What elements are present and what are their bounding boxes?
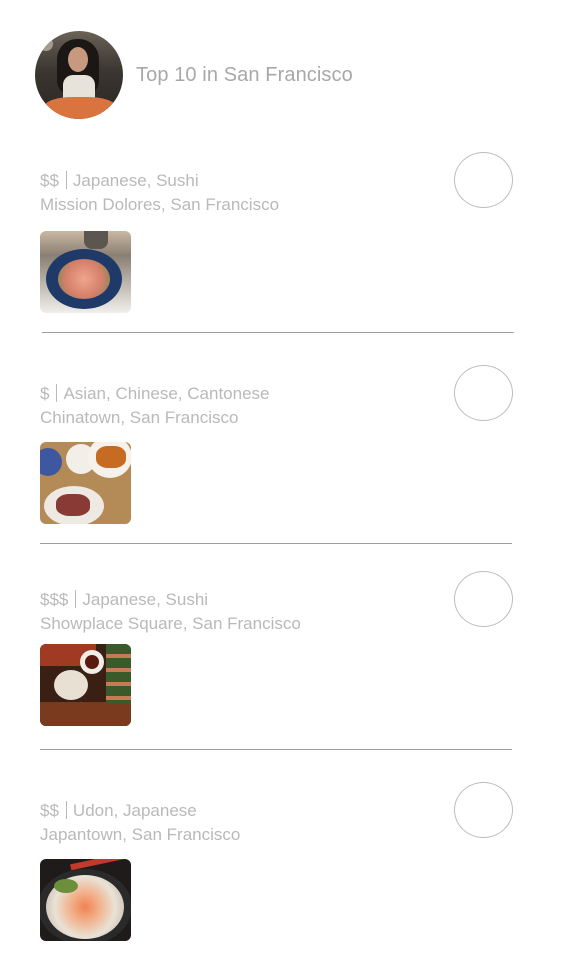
cuisine-list: Udon, Japanese: [72, 801, 197, 820]
divider-bar: [56, 384, 58, 402]
select-circle-button[interactable]: [454, 571, 513, 627]
price-level: $$: [40, 801, 59, 820]
restaurant-photo[interactable]: [40, 231, 131, 313]
restaurant-photo[interactable]: [40, 859, 131, 941]
price-level: $$$: [40, 590, 69, 609]
divider: [40, 543, 512, 544]
divider-bar: [65, 801, 67, 819]
restaurant-price-cuisine: $$$ Japanese, Sushi: [40, 588, 514, 612]
cuisine-list: Japanese, Sushi: [72, 171, 199, 190]
restaurant-card[interactable]: $$$ Japanese, Sushi Showplace Square, San…: [40, 571, 514, 726]
divider: [40, 749, 512, 750]
select-circle-button[interactable]: [454, 152, 513, 208]
restaurant-price-cuisine: $$ Udon, Japanese: [40, 799, 514, 823]
avatar[interactable]: [35, 31, 123, 119]
select-circle-button[interactable]: [454, 365, 513, 421]
restaurant-price-cuisine: $ Asian, Chinese, Cantonese: [40, 382, 514, 406]
page-title: Top 10 in San Francisco: [136, 63, 353, 86]
select-circle-button[interactable]: [454, 782, 513, 838]
restaurant-photo[interactable]: [40, 644, 131, 726]
price-level: $: [40, 384, 50, 403]
restaurant-location: Mission Dolores, San Francisco: [40, 195, 280, 214]
divider-bar: [75, 590, 77, 608]
price-level: $$: [40, 171, 59, 190]
restaurant-card[interactable]: $$ Japanese, Sushi Mission Dolores, San F…: [40, 152, 514, 313]
restaurant-location: Chinatown, San Francisco: [40, 408, 239, 427]
restaurant-card[interactable]: $ Asian, Chinese, Cantonese Chinatown, Sa…: [40, 365, 514, 524]
list-header: Top 10 in San Francisco: [35, 31, 353, 119]
restaurant-card[interactable]: $$ Udon, Japanese Japantown, San Francisc…: [40, 782, 514, 941]
cuisine-list: Asian, Chinese, Cantonese: [63, 384, 270, 403]
cuisine-list: Japanese, Sushi: [82, 590, 209, 609]
restaurant-location: Showplace Square, San Francisco: [40, 614, 301, 633]
restaurant-price-cuisine: $$ Japanese, Sushi: [40, 169, 514, 193]
restaurant-location: Japantown, San Francisco: [40, 825, 241, 844]
restaurant-photo[interactable]: [40, 442, 131, 524]
divider: [42, 332, 514, 333]
divider-bar: [65, 171, 67, 189]
